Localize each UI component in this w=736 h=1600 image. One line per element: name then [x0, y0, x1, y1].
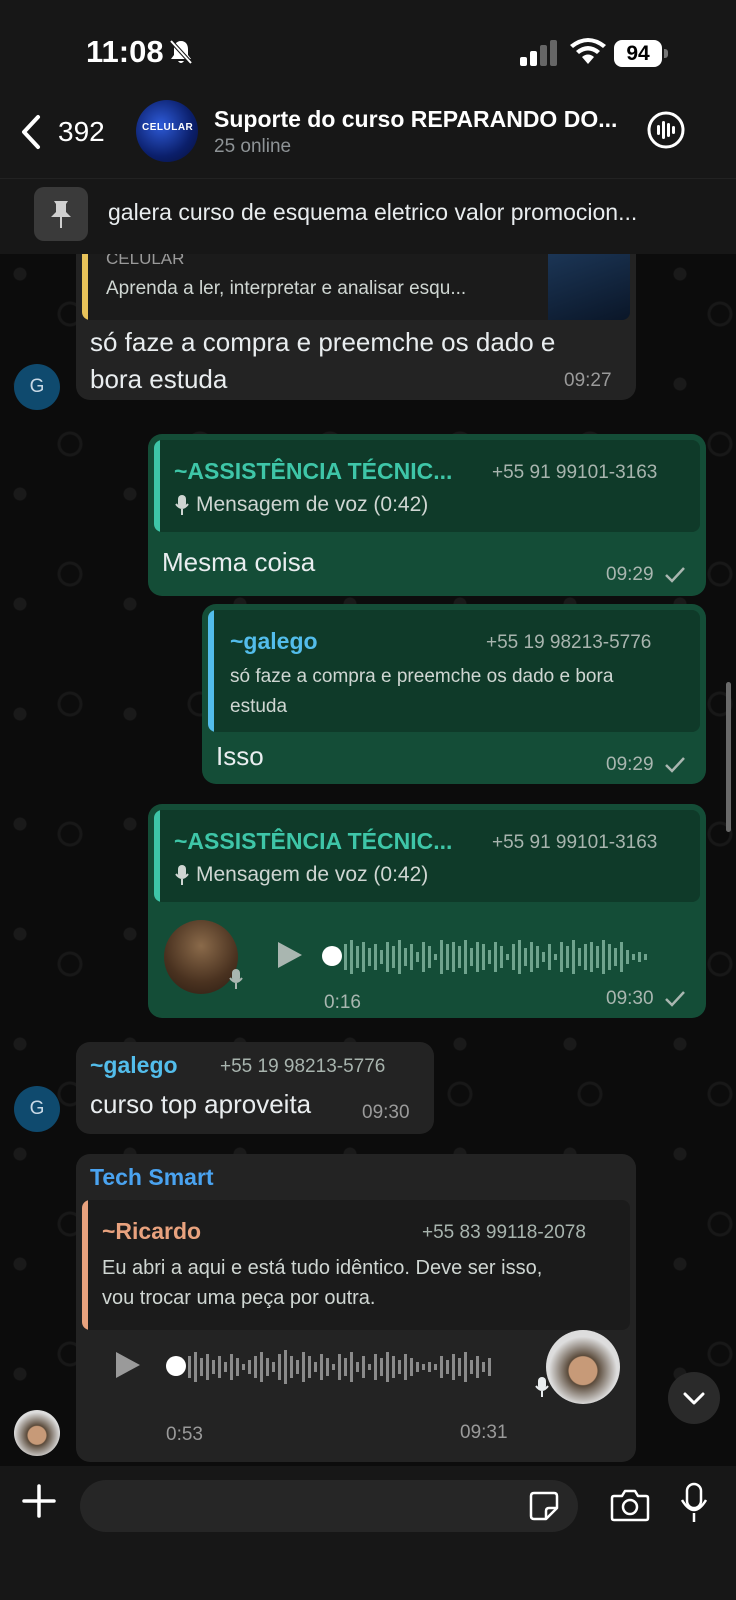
sticker-icon[interactable] [528, 1490, 560, 1522]
message-time: 09:27 [564, 370, 612, 391]
voice-chat-button[interactable] [646, 110, 686, 150]
quote-author: ~ASSISTÊNCIA TÉCNIC... [174, 458, 453, 484]
play-button[interactable] [112, 1350, 142, 1380]
quote-author: ~galego [230, 628, 318, 654]
quote-author: ~ASSISTÊNCIA TÉCNIC... [174, 828, 453, 854]
plus-icon[interactable] [22, 1484, 56, 1518]
message-time: 09:30 [362, 1102, 410, 1123]
mic-icon [175, 865, 189, 885]
wifi-icon [570, 38, 606, 64]
message-author: Tech Smart [90, 1164, 214, 1190]
battery-level: 94 [614, 40, 662, 67]
quote-phone: +55 91 99101-3163 [492, 462, 658, 483]
quote-phone: +55 91 99101-3163 [492, 832, 658, 853]
play-button[interactable] [274, 940, 304, 970]
chat-header: 392 CELULAR Suporte do curso REPARANDO D… [0, 100, 736, 178]
pinned-text: galera curso de esquema eletrico valor p… [108, 199, 638, 225]
message-outgoing-2[interactable]: ~galego +55 19 98213-5776 só faze a comp… [202, 604, 706, 784]
scroll-to-bottom-button[interactable] [668, 1372, 720, 1424]
online-count: 25 online [214, 136, 292, 157]
input-bar [0, 1466, 736, 1600]
chevron-down-icon [683, 1392, 705, 1405]
back-button[interactable]: 392 [20, 112, 120, 152]
message-text-line1: só faze a compra e preemche os dado e [90, 327, 556, 357]
microphone-icon[interactable] [680, 1482, 708, 1524]
signal-icon [520, 40, 557, 66]
quote-phone: +55 19 98213-5776 [486, 632, 652, 653]
message-outgoing-1[interactable]: ~ASSISTÊNCIA TÉCNIC... +55 91 99101-3163… [148, 434, 706, 596]
quote-text-line2: estuda [230, 696, 288, 717]
group-avatar[interactable]: CELULAR [136, 100, 198, 162]
voice-mic-icon [229, 969, 243, 989]
sender-avatar-g[interactable]: G [14, 364, 60, 410]
message-text: Mesma coisa [162, 547, 316, 577]
scrollbar[interactable] [726, 682, 731, 832]
quote-text-line2: vou trocar uma peça por outra. [102, 1287, 376, 1309]
sent-check-icon [665, 991, 685, 1007]
pinned-message[interactable]: galera curso de esquema eletrico valor p… [0, 178, 736, 254]
message-time: 09:29 [606, 564, 654, 585]
pin-icon-box [34, 187, 88, 241]
quote-author: ~Ricardo [102, 1218, 202, 1244]
sender-avatar-photo[interactable] [14, 1410, 60, 1456]
message-time: 09:31 [460, 1422, 508, 1443]
link-preview-thumbnail [548, 254, 630, 320]
quote-text: Mensagem de voz (0:42) [196, 493, 429, 516]
voice-waveform[interactable] [340, 932, 670, 982]
sender-photo [546, 1330, 620, 1404]
sender-photo [164, 920, 238, 994]
message-incoming-2[interactable]: ~galego +55 19 98213-5776 curso top apro… [76, 1042, 434, 1134]
quote-text-line1: Eu abri a aqui e está tudo idêntico. Dev… [102, 1257, 543, 1279]
reply-quote[interactable]: ~Ricardo +55 83 99118-2078 Eu abri a aqu… [82, 1200, 630, 1330]
status-time: 11:08 [86, 34, 164, 69]
reply-quote[interactable]: ~ASSISTÊNCIA TÉCNIC... +55 91 99101-3163… [154, 440, 700, 532]
status-bar: 11:08 94 [0, 0, 736, 100]
sender-avatar-g[interactable]: G [14, 1086, 60, 1132]
link-preview-desc: Aprenda a ler, interpretar e analisar es… [106, 278, 467, 299]
sent-check-icon [665, 757, 685, 773]
message-time: 09:29 [606, 754, 654, 775]
voice-waveform[interactable] [184, 1342, 504, 1392]
camera-icon[interactable] [610, 1488, 650, 1522]
message-text: Isso [216, 741, 264, 771]
reply-quote[interactable]: ~galego +55 19 98213-5776 só faze a comp… [208, 610, 700, 732]
message-incoming-voice[interactable]: Tech Smart ~Ricardo +55 83 99118-2078 Eu… [76, 1154, 636, 1462]
group-title[interactable]: Suporte do curso REPARANDO DO... [214, 106, 624, 133]
pin-icon [51, 201, 71, 228]
message-input[interactable] [80, 1480, 578, 1532]
voice-duration: 0:53 [166, 1424, 203, 1445]
reply-quote[interactable]: ~ASSISTÊNCIA TÉCNIC... +55 91 99101-3163… [154, 810, 700, 902]
message-author-phone: +55 19 98213-5776 [220, 1056, 386, 1077]
message-outgoing-voice[interactable]: ~ASSISTÊNCIA TÉCNIC... +55 91 99101-3163… [148, 804, 706, 1018]
voice-progress-handle[interactable] [322, 946, 342, 966]
bell-off-icon [169, 39, 193, 65]
message-incoming-1[interactable]: CELULAR Aprenda a ler, interpretar e ana… [76, 254, 636, 400]
quote-text-line1: só faze a compra e preemche os dado e bo… [230, 666, 614, 687]
voice-duration: 0:16 [324, 992, 361, 1013]
message-text: curso top aproveita [90, 1089, 312, 1119]
chevron-left-icon [22, 115, 40, 149]
sent-check-icon [665, 567, 685, 583]
message-text-line2: bora estuda [90, 364, 228, 394]
quote-phone: +55 83 99118-2078 [422, 1222, 586, 1243]
quote-text: Mensagem de voz (0:42) [196, 863, 429, 886]
unread-count: 392 [58, 116, 105, 147]
message-time: 09:30 [606, 988, 654, 1009]
link-preview[interactable]: CELULAR Aprenda a ler, interpretar e ana… [82, 254, 630, 320]
link-preview-title: CELULAR [106, 254, 185, 268]
battery-icon: 94 [614, 40, 668, 67]
voice-progress-handle[interactable] [166, 1356, 186, 1376]
message-author: ~galego [90, 1052, 178, 1078]
chat-area[interactable]: CELULAR Aprenda a ler, interpretar e ana… [0, 254, 736, 1466]
mic-icon [175, 495, 189, 515]
